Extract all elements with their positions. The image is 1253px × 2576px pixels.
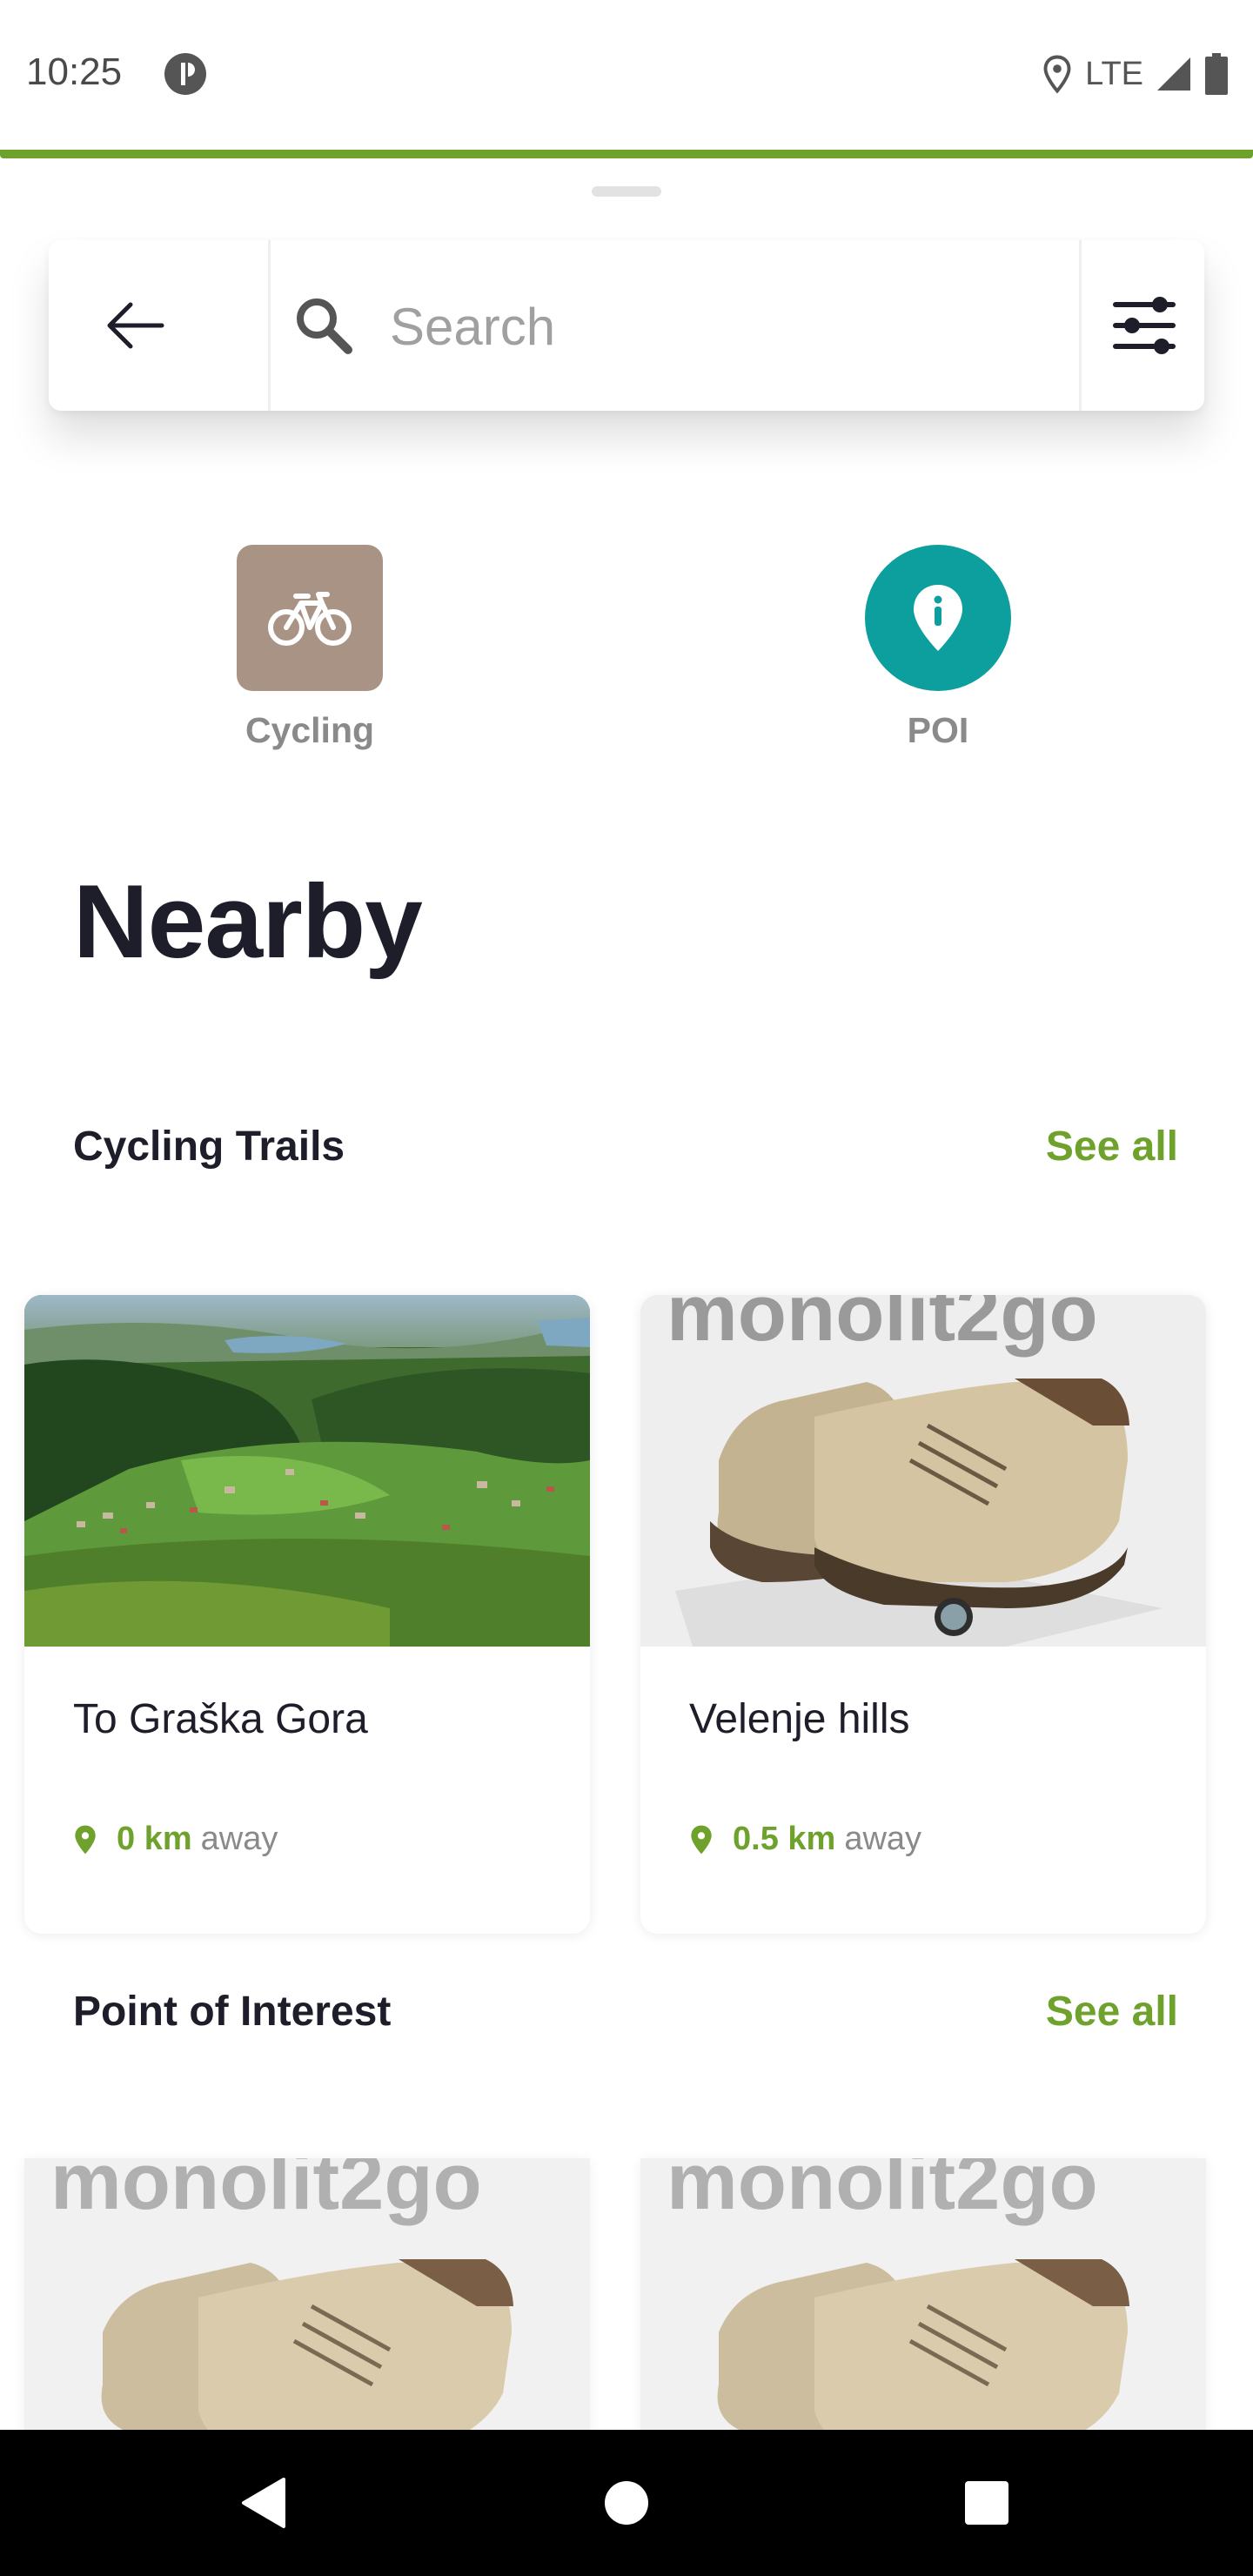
watermark-text: monolit2go: [50, 2158, 482, 2226]
search-divider-right: [1079, 240, 1082, 411]
category-label: Cycling: [245, 710, 375, 750]
trail-card-title: Velenje hills: [689, 1696, 910, 1742]
network-type: LTE: [1085, 55, 1143, 92]
category-cycling[interactable]: Cycling: [205, 545, 414, 751]
battery-icon: [1205, 53, 1228, 95]
location-info-icon: [914, 585, 962, 651]
distance-value: 0.5 km: [733, 1821, 836, 1857]
watermark-text: monolit2go: [667, 2158, 1098, 2226]
trail-card[interactable]: monolit2go Velenje hills 0.5 km away: [640, 1295, 1206, 1934]
location-pin-icon: [75, 1825, 96, 1854]
section-title-point-of-interest: Point of Interest: [73, 1989, 392, 2035]
see-all-cycling-trails[interactable]: See all: [1046, 1123, 1178, 1171]
status-time: 10:25: [26, 50, 123, 93]
search-bar: [49, 240, 1204, 411]
category-poi[interactable]: POI: [834, 545, 1042, 751]
square-recents-icon: [965, 2481, 1008, 2525]
watermark-text: monolit2go: [667, 1295, 1098, 1358]
section-title-cycling-trails: Cycling Trails: [73, 1124, 345, 1170]
location-pin-icon: [691, 1825, 712, 1854]
circle-home-icon: [605, 2481, 648, 2525]
distance-suffix: away: [200, 1821, 278, 1857]
status-bar: 10:25 LTE: [0, 0, 1253, 150]
trail-landscape-image: [24, 1295, 590, 1647]
back-button[interactable]: [49, 240, 221, 411]
nav-recents-button[interactable]: [952, 2468, 1022, 2538]
filter-button[interactable]: [1084, 240, 1204, 411]
hiking-boots-placeholder-image: monolit2go: [640, 2158, 1206, 2454]
search-input[interactable]: [388, 275, 1053, 378]
poi-card[interactable]: monolit2go: [24, 2158, 590, 2454]
cycling-category-tile: [237, 545, 383, 691]
location-icon: [1043, 55, 1071, 94]
arrow-left-icon: [107, 302, 164, 349]
distance-suffix: away: [844, 1821, 922, 1857]
status-indicators: LTE: [1042, 50, 1229, 97]
progress-bar: [0, 150, 1253, 158]
search-divider-left: [268, 240, 271, 411]
bicycle-icon: [268, 592, 352, 646]
nav-home-button[interactable]: [592, 2468, 661, 2538]
category-label: POI: [907, 710, 969, 750]
hiking-boots-placeholder-image: monolit2go: [24, 2158, 590, 2454]
sheet-drag-handle[interactable]: [592, 186, 661, 197]
app-notification-icon: [164, 53, 206, 95]
trail-card-distance: 0 km away: [73, 1821, 278, 1858]
poi-card[interactable]: monolit2go: [640, 2158, 1206, 2454]
hiking-boots-placeholder-image: monolit2go: [640, 1295, 1206, 1647]
trail-card-title: To Graška Gora: [73, 1696, 368, 1742]
trail-card-distance: 0.5 km away: [689, 1821, 921, 1858]
search-icon: [297, 299, 352, 354]
trail-card[interactable]: To Graška Gora 0 km away: [24, 1295, 590, 1934]
page-title: Nearby: [73, 863, 423, 980]
distance-value: 0 km: [117, 1821, 192, 1857]
see-all-point-of-interest[interactable]: See all: [1046, 1988, 1178, 2036]
signal-icon: [1157, 57, 1190, 91]
nav-back-button[interactable]: [228, 2468, 298, 2538]
system-navigation-bar: [0, 2430, 1253, 2576]
triangle-back-icon: [242, 2478, 285, 2528]
filter-sliders-icon: [1113, 297, 1176, 354]
poi-category-tile: [865, 545, 1011, 691]
